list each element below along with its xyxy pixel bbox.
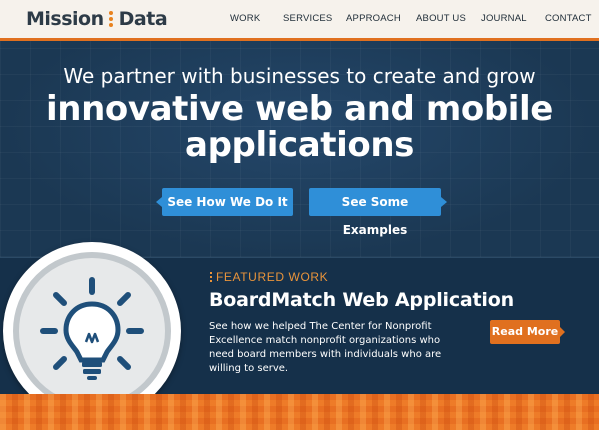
nav-services[interactable]: SERVICES xyxy=(283,13,332,24)
hero-section: We partner with businesses to create and… xyxy=(0,41,599,257)
pixel-pattern-strip xyxy=(0,394,599,430)
nav-contact[interactable]: CONTACT xyxy=(545,13,592,24)
logo-word-data: Data xyxy=(118,8,168,30)
nav-journal[interactable]: JOURNAL xyxy=(481,13,527,24)
featured-label: FEATURED WORK xyxy=(210,270,328,284)
nav-approach[interactable]: APPROACH xyxy=(346,13,401,24)
featured-description: See how we helped The Center for Nonprof… xyxy=(209,321,442,374)
nav-work[interactable]: WORK xyxy=(230,13,260,24)
hero-tagline: We partner with businesses to create and… xyxy=(63,64,536,88)
site-logo[interactable]: Mission Data xyxy=(26,6,168,32)
read-more-button[interactable]: Read More xyxy=(490,320,565,344)
see-some-examples-button[interactable]: See Some Examples xyxy=(309,188,447,237)
label-bar-icon xyxy=(210,272,212,282)
featured-title[interactable]: BoardMatch Web Application xyxy=(209,289,514,311)
hero-headline: innovative web and mobile applications xyxy=(46,89,553,165)
see-how-we-do-it-button[interactable]: See How We Do It xyxy=(156,188,293,216)
nav-about-us[interactable]: ABOUT US xyxy=(416,13,466,24)
logo-dots-icon xyxy=(108,11,113,27)
logo-word-mission: Mission xyxy=(26,8,104,30)
